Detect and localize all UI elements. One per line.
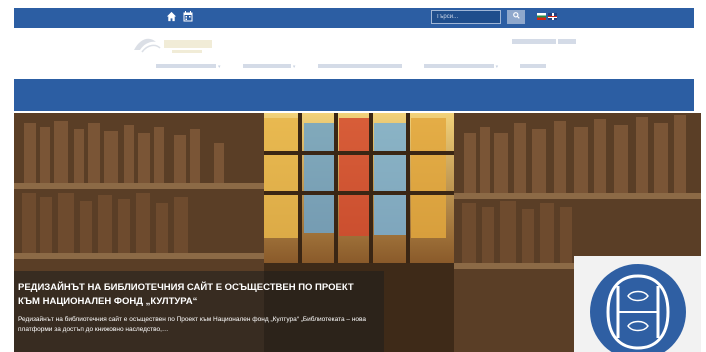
language-switcher <box>537 13 557 20</box>
hero-slider[interactable]: РЕДИЗАЙНЪТ НА БИБЛИОТЕЧНИЯ САЙТ Е ОСЪЩЕС… <box>14 113 701 352</box>
header-band <box>14 79 694 111</box>
nav-item-4[interactable]: ▾ <box>423 63 499 70</box>
home-icon[interactable] <box>166 11 177 26</box>
english-flag-icon[interactable] <box>548 13 557 20</box>
search-input[interactable] <box>431 10 501 24</box>
chevron-down-icon: ▾ <box>495 64 499 70</box>
bulgarian-flag-icon[interactable] <box>537 13 546 20</box>
hero-caption[interactable]: РЕДИЗАЙНЪТ НА БИБЛИОТЕЧНИЯ САЙТ Е ОСЪЩЕС… <box>14 271 384 352</box>
search-icon <box>512 12 520 19</box>
chevron-down-icon: ▾ <box>218 64 221 70</box>
nav-item-3[interactable] <box>317 63 402 70</box>
top-utility-bar <box>14 8 694 28</box>
library-logo[interactable] <box>132 32 216 58</box>
national-culture-fund-logo[interactable] <box>574 256 701 352</box>
contact-info <box>512 38 576 45</box>
hero-text: Редизайнът на библиотечния сайт е осъщес… <box>18 316 367 333</box>
calendar-icon[interactable] <box>183 11 193 26</box>
hero-title[interactable]: РЕДИЗАЙНЪТ НА БИБЛИОТЕЧНИЯ САЙТ Е ОСЪЩЕС… <box>18 281 363 309</box>
nav-item-2[interactable]: ▾ <box>242 63 296 70</box>
chevron-down-icon: ▾ <box>292 64 296 70</box>
top-icons-group <box>166 11 193 26</box>
search-button[interactable] <box>507 10 525 24</box>
nav-item-5[interactable] <box>520 63 547 70</box>
main-navigation: ▾ ▾ ▾ <box>156 63 547 70</box>
nav-item-1[interactable]: ▾ <box>156 63 221 70</box>
